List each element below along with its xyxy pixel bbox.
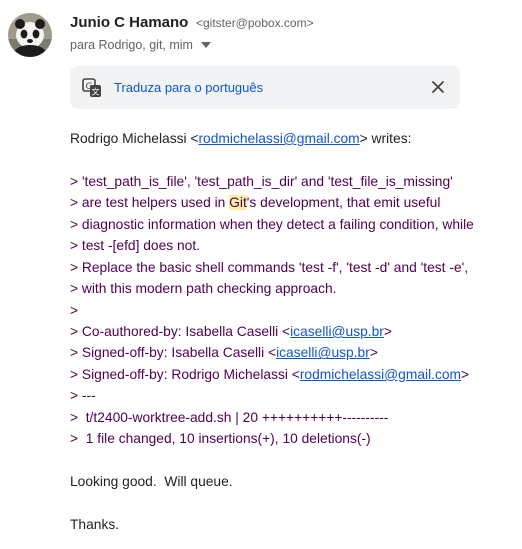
- quoted-line: > Co-authored-by: Isabella Caselli <icas…: [70, 323, 392, 339]
- recipients-line: para Rodrigo, git, mim: [70, 38, 211, 52]
- quoted-line: > test -[efd] does not.: [70, 238, 200, 254]
- search-highlight: Git: [229, 195, 247, 211]
- quoted-line: > with this modern path checking approac…: [70, 281, 337, 297]
- translate-banner: G 文 Traduza para o português: [70, 66, 460, 109]
- reply-signoff: Thanks.: [70, 516, 120, 532]
- sender-avatar[interactable]: [8, 13, 52, 57]
- translate-icon: G 文: [82, 78, 102, 103]
- email-link[interactable]: icaselli@usp.br: [276, 345, 370, 360]
- quoted-line: > Signed-off-by: Isabella Caselli <icase…: [70, 345, 378, 361]
- email-link[interactable]: rodmichelassi@gmail.com: [300, 367, 461, 382]
- quoted-line: > diagnostic information when they detec…: [70, 216, 474, 232]
- close-icon[interactable]: [430, 79, 446, 100]
- quoted-line: >: [70, 302, 79, 318]
- recipients-text: para Rodrigo, git, mim: [70, 38, 193, 52]
- reply-line: Looking good. Will queue.: [70, 474, 233, 489]
- svg-text:文: 文: [92, 87, 100, 97]
- sender-name[interactable]: Junio C Hamano: [70, 14, 188, 31]
- quoted-line: > are test helpers used in Git's develop…: [70, 195, 441, 211]
- email-link[interactable]: icaselli@usp.br: [290, 324, 384, 339]
- message-intro: Rodrigo Michelassi <rodmichelassi@gmail.…: [70, 131, 412, 146]
- sender-email: <gitster@pobox.com>: [196, 16, 314, 30]
- quoted-line: > t/t2400-worktree-add.sh | 20 +++++++++…: [70, 409, 389, 425]
- translate-link[interactable]: Traduza para o português: [114, 80, 263, 95]
- email-link[interactable]: rodmichelassi@gmail.com: [198, 131, 359, 146]
- quoted-line: > 1 file changed, 10 insertions(+), 10 d…: [70, 431, 371, 447]
- quoted-line: > ---: [70, 388, 96, 404]
- quoted-line: > Replace the basic shell commands 'test…: [70, 259, 469, 275]
- caret-down-icon[interactable]: [200, 42, 211, 48]
- message-body: Rodrigo Michelassi <rodmichelassi@gmail.…: [70, 128, 510, 535]
- quoted-line: > Signed-off-by: Rodrigo Michelassi <rod…: [70, 366, 470, 382]
- quoted-line: > 'test_path_is_file', 'test_path_is_dir…: [70, 173, 453, 189]
